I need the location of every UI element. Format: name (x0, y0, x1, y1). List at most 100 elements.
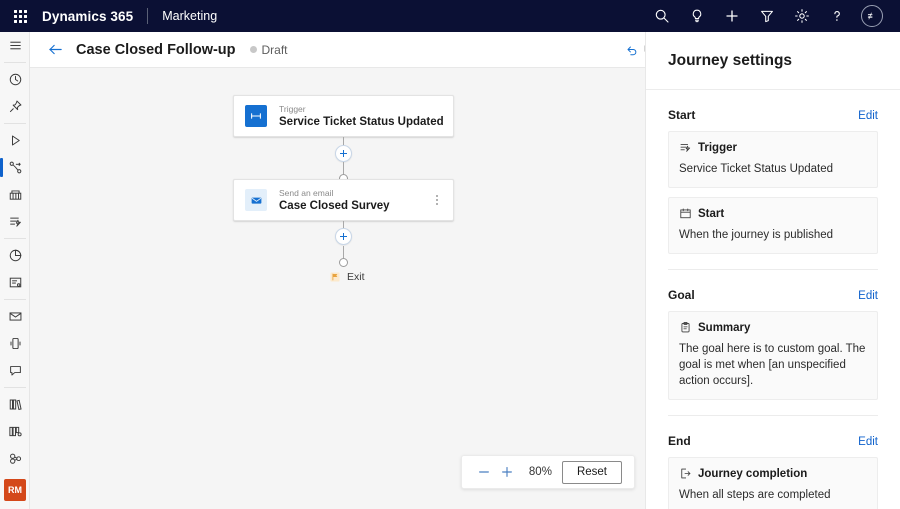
zoom-reset-button[interactable]: Reset (562, 461, 622, 484)
help-icon[interactable] (819, 0, 854, 32)
clipboard-icon (679, 321, 692, 334)
section-end-edit-link[interactable]: Edit (858, 436, 878, 448)
calendar-icon (679, 207, 692, 220)
lightbulb-icon[interactable] (679, 0, 714, 32)
trigger-node-kicker: Trigger (279, 103, 444, 115)
suite-header: Dynamics 365 Marketing ≢ (0, 0, 900, 32)
sidebar-item-pinned[interactable] (0, 93, 30, 120)
exit-node[interactable]: Exit (329, 271, 365, 283)
plus-icon[interactable] (714, 0, 749, 32)
exit-label: Exit (347, 271, 365, 283)
section-end-header: End Edit (668, 434, 878, 448)
section-end-title: End (668, 434, 691, 448)
recent-icon (8, 72, 23, 87)
sidebar-item-audience[interactable] (0, 445, 30, 472)
search-icon[interactable] (644, 0, 679, 32)
sidebar-item-assets[interactable] (0, 418, 30, 445)
envelope-icon (245, 189, 267, 211)
trigger-node[interactable]: Trigger Service Ticket Status Updated (233, 95, 454, 137)
analytics-icon (8, 248, 23, 263)
trigger-node-title: Service Ticket Status Updated (279, 115, 444, 130)
start-when-heading: Start (698, 208, 724, 220)
avatar: ≢ (861, 5, 883, 27)
environment-badge[interactable]: RM (4, 479, 26, 501)
goal-summary-heading: Summary (698, 322, 750, 334)
assets-icon (8, 424, 23, 439)
rail-divider (4, 62, 26, 63)
trigger-flow-icon (245, 105, 267, 127)
user-avatar-button[interactable]: ≢ (854, 0, 890, 32)
forms-icon (8, 275, 23, 290)
section-start-header: Start Edit (668, 108, 878, 122)
start-trigger-body: Service Ticket Status Updated (679, 161, 867, 177)
rail-divider (4, 387, 26, 388)
sidebar-item-text-messages[interactable] (0, 330, 30, 357)
zoom-percent: 80% (529, 466, 552, 478)
start-trigger-card-header: Trigger (679, 141, 867, 154)
rail-divider (4, 238, 26, 239)
app-name: Marketing (162, 9, 217, 23)
left-navigation-rail: RM (0, 32, 30, 509)
journey-flow: Trigger Service Ticket Status Updated Se… (30, 68, 645, 509)
status-dot-icon (250, 46, 257, 53)
end-completion-card[interactable]: Journey completion When all steps are co… (668, 457, 878, 509)
gear-icon[interactable] (784, 0, 819, 32)
section-start-edit-link[interactable]: Edit (858, 110, 878, 122)
start-when-body: When the journey is published (679, 227, 867, 243)
sidebar-item-get-started[interactable] (0, 127, 30, 154)
zoom-out-button[interactable] (474, 460, 494, 484)
suite-header-actions: ≢ (644, 0, 900, 32)
sidebar-item-segments[interactable] (0, 181, 30, 208)
sidebar-item-emails[interactable] (0, 303, 30, 330)
journey-canvas[interactable]: Trigger Service Ticket Status Updated Se… (30, 68, 645, 509)
email-node-overflow-menu[interactable] (429, 189, 445, 211)
brand-title: Dynamics 365 (40, 9, 133, 24)
minus-icon (477, 465, 491, 479)
emails-icon (8, 309, 23, 324)
email-node-kicker: Send an email (279, 187, 390, 199)
section-goal-edit-link[interactable]: Edit (858, 290, 878, 302)
end-completion-heading: Journey completion (698, 468, 807, 480)
push-notifications-icon (8, 363, 23, 378)
filter-icon[interactable] (749, 0, 784, 32)
section-goal-header: Goal Edit (668, 288, 878, 302)
app-launcher-button[interactable] (0, 0, 40, 32)
start-trigger-heading: Trigger (698, 142, 737, 154)
section-end: End Edit Journey completion When all ste… (668, 416, 878, 509)
add-step-button-2[interactable] (335, 228, 352, 245)
sidebar-item-forms[interactable] (0, 269, 30, 296)
start-trigger-card[interactable]: Trigger Service Ticket Status Updated (668, 131, 878, 188)
trigger-node-texts: Trigger Service Ticket Status Updated (279, 103, 444, 130)
zoom-in-button[interactable] (496, 460, 516, 484)
back-button[interactable] (38, 32, 72, 68)
sidebar-item-recent[interactable] (0, 66, 30, 93)
email-node[interactable]: Send an email Case Closed Survey (233, 179, 454, 221)
end-completion-card-header: Journey completion (679, 467, 867, 480)
section-start: Start Edit Trigger Service Ticket Status… (668, 90, 878, 270)
trigger-flow-icon (679, 141, 692, 154)
email-node-texts: Send an email Case Closed Survey (279, 187, 390, 214)
sidebar-item-library[interactable] (0, 391, 30, 418)
play-icon (8, 133, 23, 148)
sidebar-item-journeys[interactable] (0, 154, 30, 181)
add-step-button-1[interactable] (335, 145, 352, 162)
audience-icon (8, 451, 23, 466)
goal-summary-card[interactable]: Summary The goal here is to custom goal.… (668, 311, 878, 400)
start-when-card-header: Start (679, 207, 867, 220)
plus-icon (500, 465, 514, 479)
email-node-title: Case Closed Survey (279, 199, 390, 214)
library-icon (8, 397, 23, 412)
panel-title: Journey settings (668, 52, 792, 70)
sidebar-item-menu[interactable] (0, 32, 30, 59)
sidebar-item-push-notifications[interactable] (0, 357, 30, 384)
sidebar-item-analytics[interactable] (0, 242, 30, 269)
goal-summary-card-header: Summary (679, 321, 867, 334)
start-when-card[interactable]: Start When the journey is published (668, 197, 878, 254)
end-completion-body: When all steps are completed (679, 487, 867, 503)
journey-settings-panel: Journey settings Start Edit Trigger Serv… (645, 32, 900, 509)
exit-flag-icon (329, 271, 341, 283)
zoom-control: 80% Reset (461, 455, 635, 489)
page-title: Case Closed Follow-up (76, 42, 236, 58)
sidebar-item-triggers[interactable] (0, 208, 30, 235)
undo-icon (625, 43, 639, 57)
